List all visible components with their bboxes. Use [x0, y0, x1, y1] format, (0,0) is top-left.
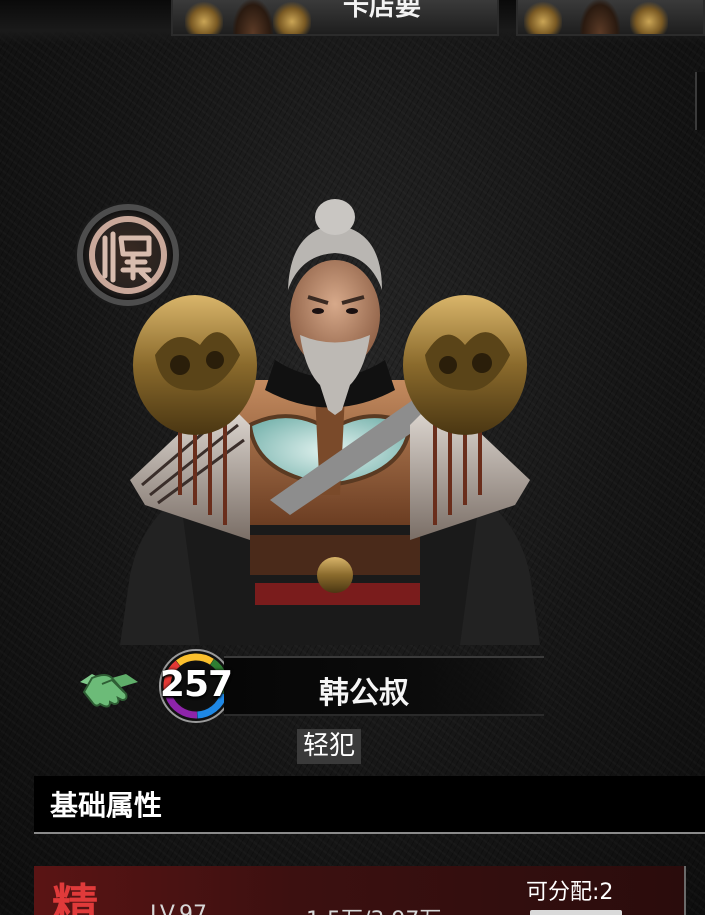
top-tab-strip: 卡店要 — [0, 0, 705, 44]
tab-ornament-icon — [630, 0, 668, 34]
handshake-icon[interactable] — [78, 668, 140, 712]
attribute-level: LV.97 — [150, 902, 208, 915]
section-title: 基础属性 — [50, 789, 163, 822]
top-tab-card-2[interactable] — [516, 0, 705, 36]
tab-label: 卡店要 — [343, 0, 422, 22]
tab-portrait — [580, 0, 620, 34]
character-portrait — [120, 199, 540, 645]
attribute-value: 1.5万/3.97万 — [306, 902, 441, 915]
character-name: 韩公叔 — [319, 676, 409, 711]
tab-ornament-icon — [273, 0, 311, 34]
allocatable-points-label: 可分配:2 — [526, 880, 614, 905]
character-level: 257 — [159, 664, 233, 705]
allocate-button[interactable] — [530, 910, 622, 915]
tab-ornament-icon — [185, 0, 223, 34]
top-tab-card-1[interactable]: 卡店要 — [171, 0, 499, 36]
attribute-glyph: 精 — [52, 879, 98, 915]
tab-portrait — [233, 0, 273, 34]
tab-ornament-icon — [524, 0, 562, 34]
status-badge: 轻犯 — [297, 729, 362, 764]
right-edge-frame — [695, 72, 705, 130]
divider — [684, 866, 686, 915]
